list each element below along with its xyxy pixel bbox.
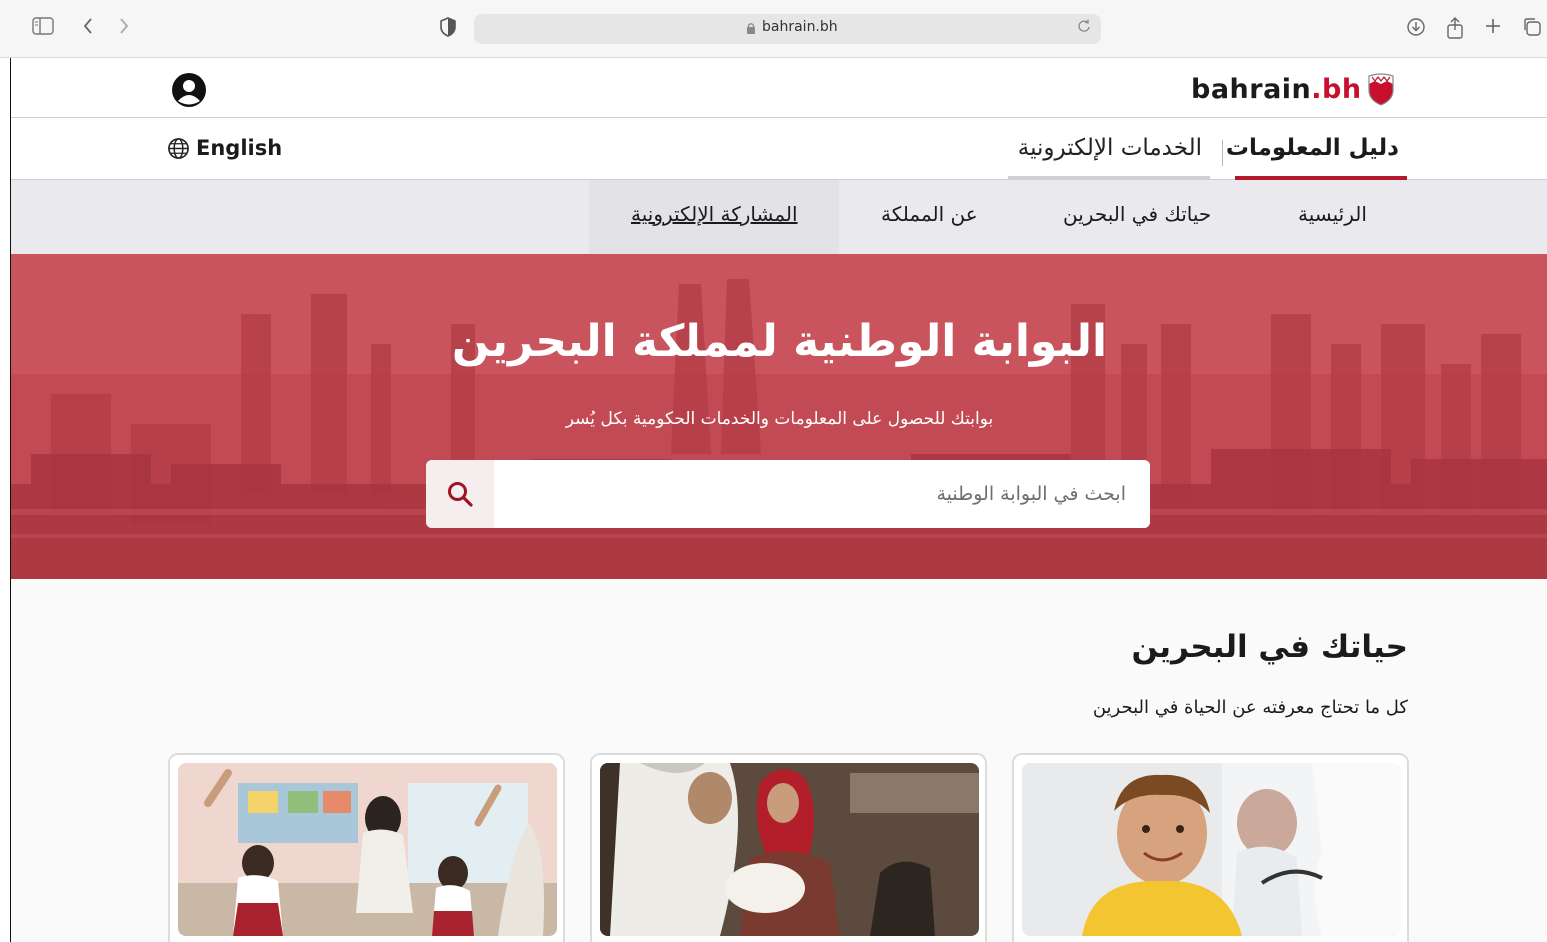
- back-icon[interactable]: [82, 17, 94, 42]
- main-nav: الرئيسية حياتك في البحرين عن المملكة الم…: [11, 180, 1547, 254]
- hero-banner: البوابة الوطنية لمملكة البحرين بوابتك لل…: [11, 254, 1547, 579]
- tab-eservices-label: الخدمات الإلكترونية: [1017, 135, 1202, 161]
- life-in-bahrain-section: حياتك في البحرين كل ما تحتاج معرفته عن ا…: [11, 579, 1547, 942]
- reload-icon[interactable]: [1077, 18, 1091, 38]
- web-page: bahrain.bh English الخدمات الإلكترونية د…: [10, 58, 1547, 942]
- search-icon: [448, 482, 473, 507]
- sidebar-icon[interactable]: [32, 17, 54, 42]
- search-box: [426, 460, 1150, 528]
- classroom-students-image: [178, 763, 557, 936]
- site-logo[interactable]: bahrain.bh: [1191, 71, 1396, 107]
- tab-eservices[interactable]: الخدمات الإلكترونية: [1008, 126, 1210, 180]
- browser-toolbar: bahrain.bh: [0, 0, 1547, 58]
- portal-tabs: English الخدمات الإلكترونية دليل المعلوم…: [11, 118, 1547, 180]
- search-input[interactable]: [494, 460, 1150, 528]
- tab-information-guide-label: دليل المعلومات: [1225, 135, 1399, 161]
- card-education[interactable]: [168, 753, 565, 942]
- section-subtitle: كل ما تحتاج معرفته عن الحياة في البحرين: [1092, 697, 1408, 718]
- lock-icon: [747, 23, 755, 34]
- user-icon[interactable]: [171, 72, 207, 108]
- card-health[interactable]: [1012, 753, 1409, 942]
- new-tab-icon[interactable]: [1484, 17, 1502, 42]
- download-icon[interactable]: [1406, 17, 1426, 44]
- url-text: bahrain.bh: [762, 19, 838, 35]
- tab-information-guide[interactable]: دليل المعلومات: [1226, 126, 1407, 180]
- card-family[interactable]: [590, 753, 987, 942]
- site-header: bahrain.bh: [11, 58, 1547, 118]
- tab-divider: [1222, 140, 1223, 166]
- section-title: حياتك في البحرين: [1131, 629, 1408, 665]
- tabs-overview-icon[interactable]: [1522, 17, 1542, 44]
- nav-item-home[interactable]: الرئيسية: [1298, 202, 1367, 226]
- family-with-newborn-image: [600, 763, 979, 936]
- child-with-doctor-image: [1022, 763, 1401, 936]
- nav-item-your-life[interactable]: حياتك في البحرين: [1063, 202, 1211, 226]
- hero-subtitle: بوابتك للحصول على المعلومات والخدمات الح…: [565, 409, 994, 429]
- share-icon[interactable]: [1446, 17, 1464, 46]
- nav-item-about-kingdom[interactable]: عن المملكة: [881, 202, 978, 226]
- forward-icon[interactable]: [118, 17, 130, 42]
- shield-icon[interactable]: [440, 17, 456, 44]
- globe-icon: [168, 137, 189, 159]
- search-button[interactable]: [426, 460, 494, 528]
- hero-title: البوابة الوطنية لمملكة البحرين: [451, 316, 1108, 367]
- address-bar[interactable]: bahrain.bh: [474, 14, 1101, 44]
- nav-item-e-participation[interactable]: المشاركة الإلكترونية: [631, 202, 798, 226]
- logo-text: bahrain.bh: [1191, 73, 1362, 105]
- bahrain-emblem-icon: [1367, 73, 1394, 106]
- language-label: English: [196, 136, 283, 160]
- language-switch[interactable]: English: [167, 136, 282, 160]
